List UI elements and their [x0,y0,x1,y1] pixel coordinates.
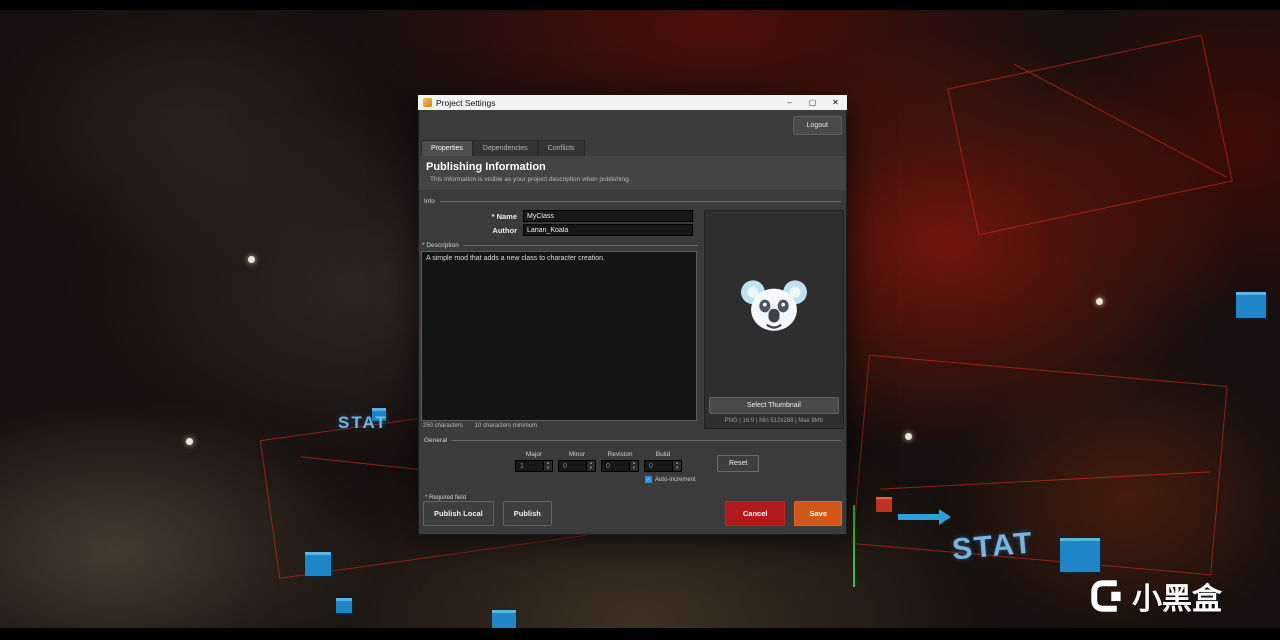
stat-label: STAT [338,413,388,432]
app-icon [423,98,432,107]
spin-down-icon[interactable]: ▾ [544,466,552,471]
dialog-titlebar[interactable]: Project Settings – ▢ ✕ [418,95,847,110]
watermark-text: 小黑盒 [1132,583,1222,616]
light-icon [1096,298,1103,305]
major-label: Major [525,451,543,458]
version-minor-group: Minor 0 ▴ ▾ [558,451,596,472]
major-spinner[interactable]: 1 ▴ ▾ [515,460,553,472]
name-label: * Name [491,211,517,221]
red-wireframe [947,34,1233,236]
revision-value[interactable]: 0 [602,461,629,471]
major-spin-buttons: ▴ ▾ [543,461,552,471]
tab-conflicts[interactable]: Conflicts [537,140,585,156]
koala-icon [740,280,807,331]
major-value[interactable]: 1 [516,461,543,471]
logout-row: Logout [419,110,846,135]
thumbnail-preview [740,215,807,397]
light-icon [186,438,193,445]
section-divider [439,201,841,202]
revision-spin-buttons: ▴ ▾ [629,461,638,471]
blue-cube [1060,538,1100,572]
char-minimum: 10 characters minimum [474,423,538,429]
cancel-button[interactable]: Cancel [724,501,786,526]
build-value[interactable]: 0 [645,461,672,471]
light-icon [905,433,912,440]
thumbnail-requirements: PNG | 16:9 | Min 512x288 | Max 8Mb [724,418,824,424]
author-label: Author [492,225,517,235]
description-header: * Description [422,242,698,249]
publish-local-button[interactable]: Publish Local [423,501,494,526]
info-section-label: Info [424,198,435,205]
revision-spinner[interactable]: 0 ▴ ▾ [601,460,639,472]
blue-cube [492,610,516,630]
page-subtitle: This information is visible as your proj… [430,176,631,183]
close-button[interactable]: ✕ [826,95,845,110]
auto-increment-row: ✓ Auto-increment [645,476,846,483]
publishing-header: Publishing Information This information … [419,156,846,190]
maximize-button[interactable]: ▢ [803,95,822,110]
character-count-row: 250 characters 10 characters minimum [421,423,698,429]
author-input[interactable] [523,224,693,236]
version-build-group: Build 0 ▴ ▾ [644,451,682,472]
section-divider [452,440,841,441]
publish-button[interactable]: Publish [502,501,552,526]
auto-increment-checkbox[interactable]: ✓ [645,476,652,483]
author-field-row: Author [421,224,698,236]
tab-properties[interactable]: Properties [421,140,473,156]
spin-down-icon[interactable]: ▾ [630,466,638,471]
blue-cube [336,598,352,613]
fields-column: * Name Author * Description A simple mod… [421,210,698,429]
project-settings-dialog: Project Settings – ▢ ✕ Logout Properties… [418,95,847,535]
general-section-header: General [424,437,841,444]
general-section-label: General [424,437,448,444]
letterbox-top [0,0,1280,10]
xiaoheihe-logo-icon [1091,580,1121,612]
blue-gizmo-arrow [898,509,951,525]
spin-down-icon[interactable]: ▾ [587,466,595,471]
version-major-group: Major 1 ▴ ▾ [515,451,553,472]
stat-label: STAT [950,526,1036,567]
green-axis-line [853,505,855,587]
tab-bar: Properties Dependencies Conflicts [421,140,846,156]
publishing-content: * Name Author * Description A simple mod… [419,208,846,429]
build-spin-buttons: ▴ ▾ [672,461,681,471]
blue-cube [1236,292,1266,318]
dialog-title: Project Settings [436,97,496,108]
tab-dependencies[interactable]: Dependencies [472,140,538,156]
screenshot-stage: STAT STAT 小黑盒 Project Settings – ▢ ✕ Log… [0,0,1280,640]
reset-button[interactable]: Reset [717,455,760,472]
blue-cube [305,552,331,576]
minor-value[interactable]: 0 [559,461,586,471]
name-field-row: * Name [421,210,698,222]
version-controls: Major 1 ▴ ▾ Minor 0 ▴ ▾ Revision 0 ▴ ▾ B… [515,451,846,472]
char-count: 250 characters [423,423,463,429]
thumbnail-panel: Select Thumbnail PNG | 16:9 | Min 512x28… [703,210,844,429]
description-label: * Description [422,242,459,249]
watermark: 小黑盒 [1090,574,1222,618]
select-thumbnail-button[interactable]: Select Thumbnail [708,397,839,414]
description-textarea[interactable]: A simple mod that adds a new class to ch… [421,251,697,421]
section-divider [463,245,698,246]
minor-spin-buttons: ▴ ▾ [586,461,595,471]
logout-button[interactable]: Logout [792,116,842,135]
page-title: Publishing Information [426,161,546,173]
build-spinner[interactable]: 0 ▴ ▾ [644,460,682,472]
dialog-body: Logout Properties Dependencies Conflicts… [418,110,847,535]
revision-label: Revision [607,451,633,458]
letterbox-bottom [0,628,1280,640]
red-gizmo-cube [876,497,892,512]
minimize-button[interactable]: – [780,95,799,110]
version-revision-group: Revision 0 ▴ ▾ [601,451,639,472]
save-button[interactable]: Save [794,501,842,526]
light-icon [248,256,255,263]
dialog-footer: Publish Local Publish Cancel Save [419,501,846,534]
red-wireframe [852,354,1228,576]
minor-spinner[interactable]: 0 ▴ ▾ [558,460,596,472]
info-section-header: Info [424,198,841,205]
name-input[interactable] [523,210,693,222]
auto-increment-label: Auto-increment [655,476,696,483]
build-label: Build [655,451,671,458]
minor-label: Minor [568,451,586,458]
spin-down-icon[interactable]: ▾ [673,466,681,471]
